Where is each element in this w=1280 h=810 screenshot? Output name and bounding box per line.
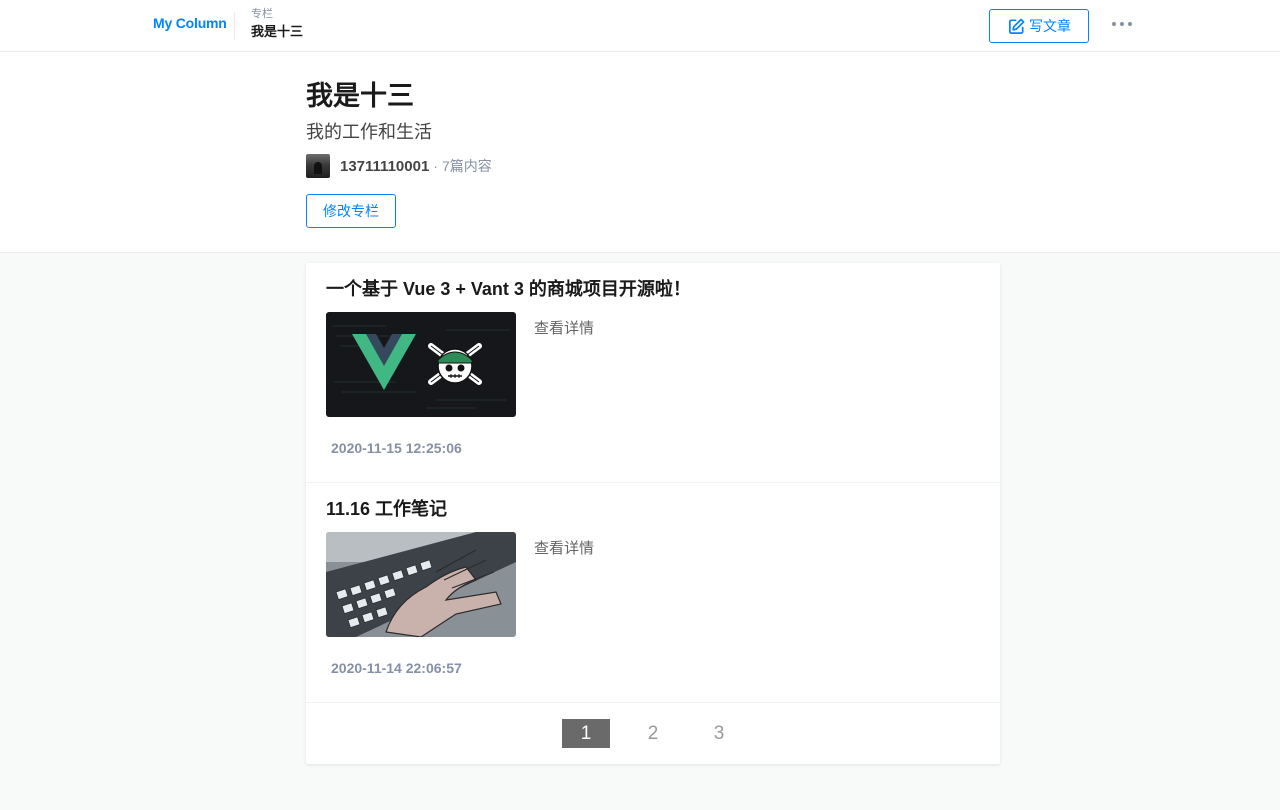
article-list: 一个基于 Vue 3 + Vant 3 的商城项目开源啦！ 查看详情 2020-…: [306, 263, 1000, 764]
author-name[interactable]: 13711110001: [340, 158, 429, 175]
article-thumbnail-keyboard[interactable]: [326, 532, 516, 637]
brand-logo[interactable]: My Column: [153, 15, 227, 31]
edit-icon: [1008, 18, 1025, 34]
read-more-link[interactable]: 查看详情: [534, 537, 594, 558]
nav-divider: [234, 12, 235, 40]
more-dot: [1128, 22, 1132, 26]
meta-separator: ·: [433, 158, 438, 174]
read-more-link[interactable]: 查看详情: [534, 317, 594, 338]
article-item: 一个基于 Vue 3 + Vant 3 的商城项目开源啦！ 查看详情 2020-…: [306, 263, 1000, 483]
edit-column-button[interactable]: 修改专栏: [306, 194, 396, 228]
vue-logo-image: [326, 312, 516, 417]
column-description: 我的工作和生活: [306, 122, 432, 142]
page-button-2[interactable]: 2: [629, 719, 677, 748]
column-header: 我是十三 我的工作和生活 13711110001 · 7篇内容 修改专栏: [0, 52, 1280, 253]
write-article-label: 写文章: [1029, 18, 1071, 34]
breadcrumb: 专栏 我是十三: [251, 9, 304, 39]
article-thumbnail-vue[interactable]: [326, 312, 516, 417]
write-article-button[interactable]: 写文章: [989, 9, 1089, 43]
author-info: 13711110001 · 7篇内容: [306, 153, 492, 179]
column-title: 我是十三: [306, 81, 414, 111]
page-button-3[interactable]: 3: [695, 719, 743, 748]
avatar[interactable]: [306, 154, 330, 178]
more-dot: [1120, 22, 1124, 26]
more-dot: [1112, 22, 1116, 26]
article-title[interactable]: 一个基于 Vue 3 + Vant 3 的商城项目开源啦！: [326, 277, 691, 301]
keyboard-image: [326, 532, 516, 637]
article-date: 2020-11-15 12:25:06: [331, 440, 462, 456]
article-title[interactable]: 11.16 工作笔记: [326, 497, 447, 521]
breadcrumb-section[interactable]: 专栏: [251, 9, 303, 20]
more-options-button[interactable]: [1108, 14, 1136, 34]
post-count: 7篇内容: [441, 158, 492, 174]
article-date: 2020-11-14 22:06:57: [331, 660, 462, 676]
breadcrumb-current: 我是十三: [251, 24, 304, 39]
article-item: 11.16 工作笔记 查看详情 2020-11-14 22:06:57: [306, 483, 1000, 703]
pagination: 1 2 3: [306, 703, 1000, 764]
page-button-1[interactable]: 1: [562, 719, 610, 748]
top-nav-bar: My Column 专栏 我是十三 写文章: [0, 0, 1280, 52]
